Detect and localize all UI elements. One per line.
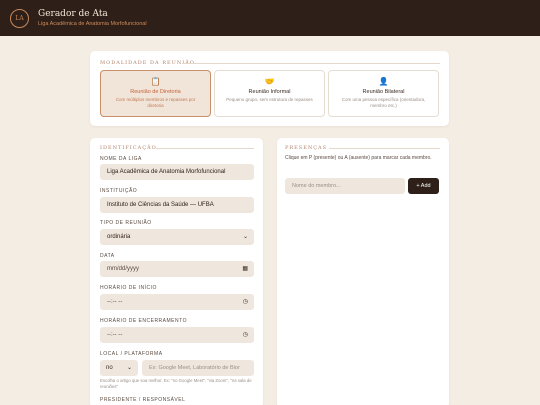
instituicao-input[interactable]: Instituto de Ciências da Saúde — UFBA	[100, 197, 254, 213]
chevron-down-icon: ⌄	[242, 234, 248, 240]
chevron-down-icon: ⌄	[126, 365, 132, 371]
inicio-input[interactable]: --:-- -- ◷	[100, 294, 254, 310]
member-name-input[interactable]: Nome do membro...	[285, 178, 405, 194]
modalidade-title: MODALIDADE DA REUNIÃO	[100, 60, 195, 66]
modality-desc: Com múltiplos membros e repasses por dir…	[115, 97, 196, 108]
fim-label: HORÁRIO DE ENCERRAMENTO	[100, 318, 187, 324]
instituicao-label: INSTITUIÇÃO	[100, 188, 138, 194]
clipboard-icon: 📋	[150, 77, 161, 86]
tipo-select[interactable]: ordinária ⌄	[100, 229, 254, 245]
local-article-select[interactable]: no ⌄	[100, 360, 138, 376]
fim-placeholder: --:-- --	[107, 332, 123, 338]
presidente-label: PRESIDENTE / RESPONSÁVEL	[100, 397, 186, 403]
clock-icon[interactable]: ◷	[243, 331, 248, 338]
local-input[interactable]: Ex: Google Meet, Laboratório de Bior	[142, 360, 254, 376]
nome-label: NOME DA LIGA	[100, 156, 142, 162]
divider	[156, 148, 254, 149]
data-label: DATA	[100, 253, 115, 259]
logo: LA	[10, 9, 29, 28]
app-header: LA Gerador de Ata Liga Acadêmica de Anat…	[0, 0, 540, 36]
tipo-label: TIPO DE REUNIÃO	[100, 220, 152, 226]
local-label: LOCAL / PLATAFORMA	[100, 351, 163, 357]
modality-label: Reunião Informal	[248, 89, 291, 95]
data-input[interactable]: mm/dd/yyyy ▦	[100, 261, 254, 277]
person-icon: 👤	[378, 77, 389, 86]
inicio-placeholder: --:-- --	[107, 299, 123, 305]
modality-desc: Com uma pessoa específica (orientadora, …	[341, 97, 426, 108]
identificacao-card: IDENTIFICAÇÃO NOME DA LIGA Liga Acadêmic…	[90, 138, 263, 405]
modality-label: Reunião Bilateral	[362, 89, 405, 95]
identificacao-title: IDENTIFICAÇÃO	[100, 145, 157, 151]
app-title: Gerador de Ata	[38, 9, 108, 19]
presencas-card: PRESENÇAS Clique em P (presente) ou A (a…	[277, 138, 449, 405]
data-placeholder: mm/dd/yyyy	[107, 266, 140, 272]
modalidade-card: MODALIDADE DA REUNIÃO 📋 Reunião de Diret…	[90, 51, 449, 126]
modality-desc: Pequeno grupo, sem estrutura de repasses	[226, 97, 313, 102]
nome-input[interactable]: Liga Acadêmica de Anatomia Morfofunciona…	[100, 164, 254, 180]
add-member-button[interactable]: + Add	[408, 178, 439, 194]
inicio-label: HORÁRIO DE INÍCIO	[100, 285, 157, 291]
presencas-title: PRESENÇAS	[285, 145, 328, 151]
divider	[329, 148, 440, 149]
modality-label: Reunião de Diretoria	[130, 89, 181, 95]
divider	[182, 63, 440, 64]
local-article-value: no	[106, 365, 113, 371]
calendar-icon[interactable]: ▦	[242, 265, 248, 272]
modality-option-bilateral[interactable]: 👤 Reunião Bilateral Com uma pessoa espec…	[328, 70, 439, 117]
fim-input[interactable]: --:-- -- ◷	[100, 327, 254, 343]
modality-option-diretoria[interactable]: 📋 Reunião de Diretoria Com múltiplos mem…	[100, 70, 211, 117]
local-hint: Escolha o artigo que soa melhor. Ex: "no…	[100, 378, 252, 389]
handshake-icon: 🤝	[264, 77, 275, 86]
app-subtitle: Liga Acadêmica de Anatomia Morfofunciona…	[38, 21, 147, 27]
clock-icon[interactable]: ◷	[243, 298, 248, 305]
modality-option-informal[interactable]: 🤝 Reunião Informal Pequeno grupo, sem es…	[214, 70, 325, 117]
tipo-value: ordinária	[107, 234, 131, 240]
presencas-hint: Clique em P (presente) ou A (ausente) pa…	[285, 155, 432, 161]
